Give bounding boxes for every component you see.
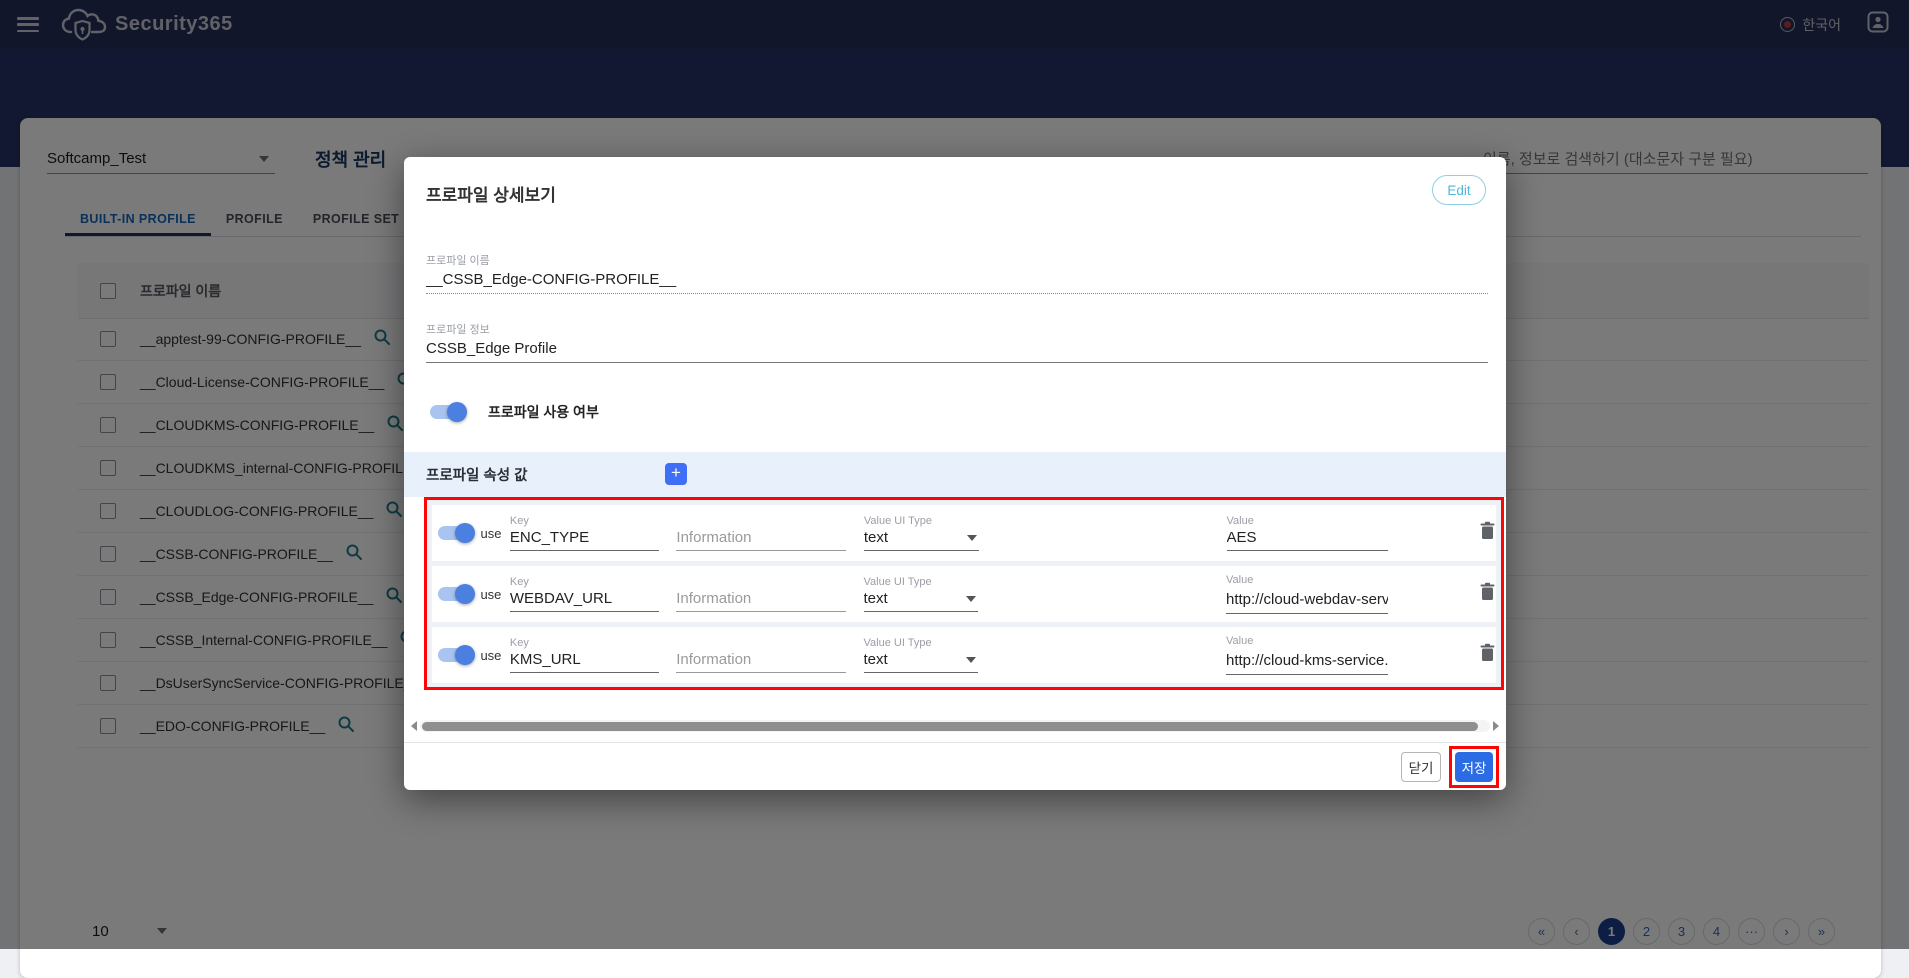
attributes-section-title: 프로파일 속성 값 bbox=[426, 464, 527, 485]
value-value: http://cloud-webdav-service.{고객 bbox=[1226, 586, 1388, 614]
attribute-row: use KeyENC_TYPE Information Value UI Typ… bbox=[432, 505, 1496, 561]
attribute-row: use KeyKMS_URL Information Value UI Type… bbox=[432, 627, 1496, 683]
horizontal-scrollbar[interactable] bbox=[404, 718, 1506, 734]
scroll-left-icon[interactable] bbox=[411, 721, 417, 731]
value-field[interactable]: Valuehttp://cloud-kms-service.{고객사 bbox=[1226, 635, 1388, 675]
value-value: http://cloud-kms-service.{고객사 bbox=[1226, 647, 1388, 675]
delete-attribute-icon[interactable] bbox=[1479, 521, 1496, 545]
save-highlight-box: 저장 bbox=[1449, 746, 1499, 788]
attribute-row: use KeyWEBDAV_URL Information Value UI T… bbox=[432, 566, 1496, 622]
use-label: use bbox=[476, 648, 506, 663]
scrollbar-thumb[interactable] bbox=[422, 722, 1478, 731]
information-field[interactable]: Information bbox=[676, 515, 845, 551]
profile-name-value: __CSSB_Edge-CONFIG-PROFILE__ bbox=[426, 268, 1488, 294]
information-field[interactable]: Information bbox=[676, 576, 845, 612]
profile-name-label: 프로파일 이름 bbox=[426, 252, 1488, 268]
chevron-down-icon bbox=[967, 535, 977, 541]
profile-detail-modal: 프로파일 상세보기 Edit 프로파일 이름 __CSSB_Edge-CONFI… bbox=[404, 157, 1506, 790]
chevron-down-icon bbox=[966, 657, 976, 663]
profile-enabled-label: 프로파일 사용 여부 bbox=[488, 402, 599, 422]
profile-enabled-row: 프로파일 사용 여부 bbox=[430, 402, 599, 422]
profile-info-label: 프로파일 정보 bbox=[426, 321, 1488, 337]
key-field[interactable]: KeyWEBDAV_URL bbox=[510, 576, 659, 612]
value-ui-type-select[interactable]: Value UI Typetext bbox=[864, 515, 979, 551]
value-ui-type-select[interactable]: Value UI Typetext bbox=[864, 576, 979, 612]
key-value: WEBDAV_URL bbox=[510, 588, 659, 612]
add-attribute-button[interactable]: + bbox=[665, 463, 687, 485]
profile-name-field[interactable]: 프로파일 이름 __CSSB_Edge-CONFIG-PROFILE__ bbox=[426, 252, 1488, 294]
scrollbar-track[interactable] bbox=[420, 720, 1490, 732]
delete-attribute-icon[interactable] bbox=[1479, 582, 1496, 606]
profile-info-field[interactable]: 프로파일 정보 CSSB_Edge Profile bbox=[426, 321, 1488, 363]
value-ui-type-select[interactable]: Value UI Typetext bbox=[864, 637, 979, 673]
chevron-down-icon bbox=[966, 596, 976, 602]
key-value: ENC_TYPE bbox=[510, 527, 660, 551]
information-placeholder: Information bbox=[676, 588, 845, 612]
information-placeholder: Information bbox=[676, 649, 845, 673]
scroll-right-icon[interactable] bbox=[1493, 721, 1499, 731]
modal-title: 프로파일 상세보기 bbox=[426, 181, 556, 206]
use-label: use bbox=[476, 587, 506, 602]
attribute-use-toggle[interactable] bbox=[438, 526, 472, 540]
value-ui-type-value: text bbox=[864, 651, 888, 668]
key-field[interactable]: KeyKMS_URL bbox=[510, 637, 659, 673]
value-value: AES bbox=[1227, 527, 1388, 551]
use-label: use bbox=[476, 526, 506, 541]
key-field[interactable]: KeyENC_TYPE bbox=[510, 515, 660, 551]
delete-attribute-icon[interactable] bbox=[1479, 643, 1496, 667]
value-field[interactable]: ValueAES bbox=[1227, 515, 1388, 551]
value-field[interactable]: Valuehttp://cloud-webdav-service.{고객 bbox=[1226, 574, 1388, 614]
attributes-highlight-box: use KeyENC_TYPE Information Value UI Typ… bbox=[424, 497, 1504, 690]
attributes-section-header: 프로파일 속성 값 + bbox=[404, 452, 1506, 497]
attribute-use-toggle[interactable] bbox=[438, 587, 472, 601]
information-field[interactable]: Information bbox=[676, 637, 845, 673]
edit-button[interactable]: Edit bbox=[1432, 175, 1486, 205]
value-ui-type-value: text bbox=[864, 529, 888, 546]
value-ui-type-value: text bbox=[864, 590, 888, 607]
key-value: KMS_URL bbox=[510, 649, 659, 673]
attribute-use-toggle[interactable] bbox=[438, 648, 472, 662]
close-button[interactable]: 닫기 bbox=[1401, 752, 1441, 782]
profile-enabled-toggle[interactable] bbox=[430, 405, 464, 419]
modal-footer: 닫기 저장 bbox=[404, 742, 1506, 790]
save-button[interactable]: 저장 bbox=[1455, 752, 1493, 782]
information-placeholder: Information bbox=[676, 527, 845, 551]
profile-info-value: CSSB_Edge Profile bbox=[426, 337, 1488, 363]
